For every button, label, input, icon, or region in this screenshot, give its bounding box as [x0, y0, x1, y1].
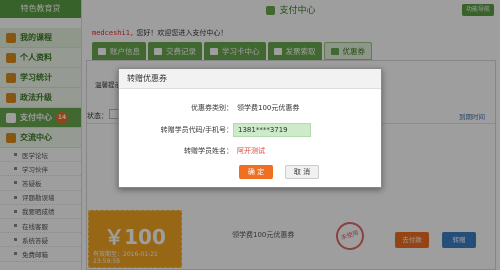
recipient-code-input[interactable]: 1381****3719 — [233, 123, 311, 137]
coupon-type-value: 领学费100元优惠券 — [237, 104, 300, 112]
recipient-code-label: 转赠学员代码/手机号： — [160, 126, 233, 134]
dialog-title: 转赠优惠券 — [119, 69, 381, 89]
coupon-type-row: 优惠券类别： 领学费100元优惠券 — [119, 101, 383, 115]
coupon-type-label: 优惠券类别： — [191, 104, 233, 112]
transfer-coupon-dialog: 转赠优惠券 优惠券类别： 领学费100元优惠券 转赠学员代码/手机号： 1381… — [118, 68, 382, 188]
cancel-button[interactable]: 取 消 — [285, 165, 319, 179]
recipient-name-label: 转赠学员姓名： — [184, 147, 233, 155]
recipient-code-row: 转赠学员代码/手机号： 1381****3719 — [119, 123, 383, 137]
recipient-name-value: 阿开测试 — [237, 147, 265, 155]
confirm-button[interactable]: 确 定 — [239, 165, 273, 179]
recipient-name-row: 转赠学员姓名： 阿开测试 — [119, 144, 383, 158]
